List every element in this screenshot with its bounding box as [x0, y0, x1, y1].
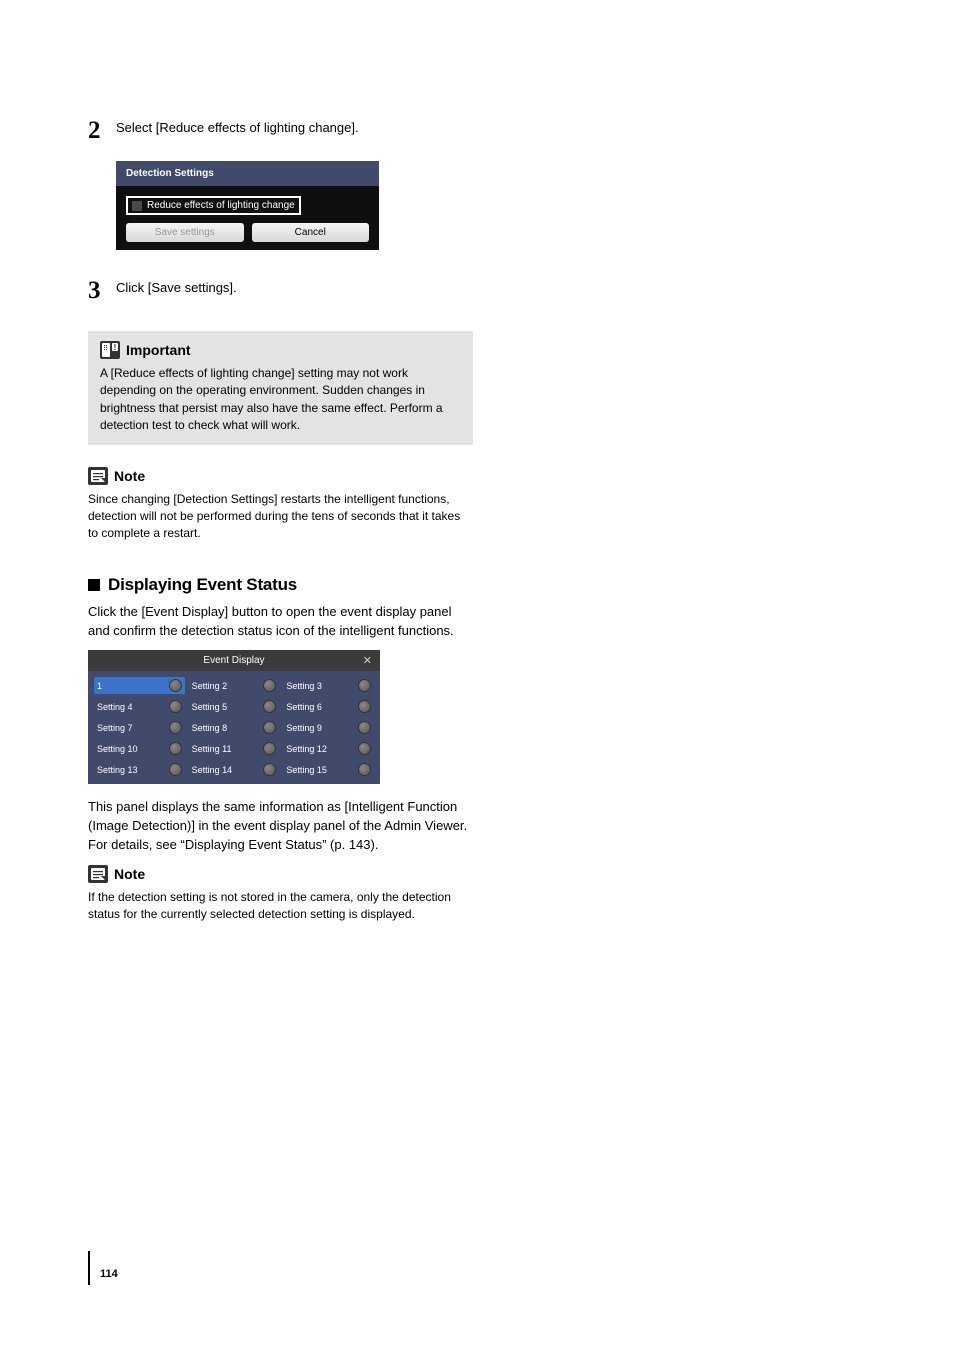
event-setting-cell[interactable]: Setting 8 [189, 719, 280, 736]
cancel-button[interactable]: Cancel [252, 223, 370, 242]
status-dot-icon [263, 721, 276, 734]
section-intro: Click the [Event Display] button to open… [88, 603, 473, 641]
important-label: Important [126, 342, 191, 358]
note-icon [88, 467, 108, 485]
event-setting-label: Setting 15 [286, 765, 327, 775]
save-settings-button[interactable]: Save settings [126, 223, 244, 242]
reduce-lighting-checkbox[interactable]: Reduce effects of lighting change [126, 196, 301, 215]
event-setting-label: Setting 7 [97, 723, 133, 733]
section-title: Displaying Event Status [108, 575, 297, 595]
after-panel-text: This panel displays the same information… [88, 798, 473, 855]
status-dot-icon [169, 721, 182, 734]
event-setting-label: Setting 13 [97, 765, 138, 775]
note-body: If the detection setting is not stored i… [88, 889, 473, 924]
event-setting-cell[interactable]: Setting 4 [94, 698, 185, 715]
page-number: 114 [100, 1268, 118, 1280]
status-dot-icon [263, 763, 276, 776]
status-dot-icon [358, 679, 371, 692]
event-setting-label: Setting 3 [286, 681, 322, 691]
event-setting-cell[interactable]: 1 [94, 677, 185, 694]
event-setting-cell[interactable]: Setting 10 [94, 740, 185, 757]
event-setting-cell[interactable]: Setting 7 [94, 719, 185, 736]
event-display-title: Event Display ✕ [88, 650, 380, 671]
important-icon: ! [100, 341, 120, 359]
event-setting-label: Setting 8 [192, 723, 228, 733]
detection-settings-title: Detection Settings [116, 161, 379, 186]
status-dot-icon [358, 700, 371, 713]
status-dot-icon [358, 721, 371, 734]
checkbox-label: Reduce effects of lighting change [147, 200, 295, 211]
status-dot-icon [263, 742, 276, 755]
step-3: 3 Click [Save settings]. [88, 278, 473, 303]
close-icon[interactable]: ✕ [363, 654, 372, 667]
important-body: A [Reduce effects of lighting change] se… [100, 365, 461, 435]
step-2: 2 Select [Reduce effects of lighting cha… [88, 118, 473, 143]
event-setting-cell[interactable]: Setting 11 [189, 740, 280, 757]
event-setting-label: Setting 2 [192, 681, 228, 691]
event-setting-cell[interactable]: Setting 13 [94, 761, 185, 778]
event-setting-label: Setting 11 [192, 744, 232, 754]
event-setting-label: Setting 10 [97, 744, 138, 754]
step-number: 2 [88, 118, 116, 143]
event-setting-label: Setting 4 [97, 702, 133, 712]
detection-settings-screenshot: Detection Settings Reduce effects of lig… [116, 161, 379, 250]
note-icon [88, 865, 108, 883]
status-dot-icon [263, 679, 276, 692]
event-display-screenshot: Event Display ✕ 1 Setting 2 Setting 3 Setti… [88, 650, 380, 784]
event-setting-label: Setting 5 [192, 702, 228, 712]
note-callout: Note Since changing [Detection Settings]… [88, 467, 473, 543]
step-text: Select [Reduce effects of lighting chang… [116, 118, 359, 143]
event-setting-cell[interactable]: Setting 9 [283, 719, 374, 736]
step-text: Click [Save settings]. [116, 278, 237, 303]
event-setting-cell[interactable]: Setting 3 [283, 677, 374, 694]
event-setting-cell[interactable]: Setting 12 [283, 740, 374, 757]
event-setting-label: Setting 6 [286, 702, 322, 712]
event-setting-label: Setting 12 [286, 744, 327, 754]
square-bullet-icon [88, 579, 100, 591]
event-setting-cell[interactable]: Setting 5 [189, 698, 280, 715]
status-dot-icon [358, 742, 371, 755]
svg-text:!: ! [114, 343, 117, 352]
step-number: 3 [88, 278, 116, 303]
section-heading: Displaying Event Status [88, 575, 473, 595]
event-setting-cell[interactable]: Setting 15 [283, 761, 374, 778]
status-dot-icon [169, 700, 182, 713]
note-label: Note [114, 866, 145, 882]
page-decoration [88, 1251, 90, 1285]
status-dot-icon [263, 700, 276, 713]
event-setting-label: Setting 9 [286, 723, 322, 733]
status-dot-icon [169, 742, 182, 755]
note-label: Note [114, 468, 145, 484]
status-dot-icon [169, 679, 182, 692]
status-dot-icon [169, 763, 182, 776]
note-callout: Note If the detection setting is not sto… [88, 865, 473, 924]
event-setting-cell[interactable]: Setting 6 [283, 698, 374, 715]
status-dot-icon [358, 763, 371, 776]
event-setting-label: 1 [97, 681, 102, 691]
event-setting-cell[interactable]: Setting 14 [189, 761, 280, 778]
important-callout: ! Important A [Reduce effects of lightin… [88, 331, 473, 445]
note-body: Since changing [Detection Settings] rest… [88, 491, 473, 543]
event-setting-label: Setting 14 [192, 765, 233, 775]
event-setting-cell[interactable]: Setting 2 [189, 677, 280, 694]
checkbox-icon [132, 201, 142, 211]
